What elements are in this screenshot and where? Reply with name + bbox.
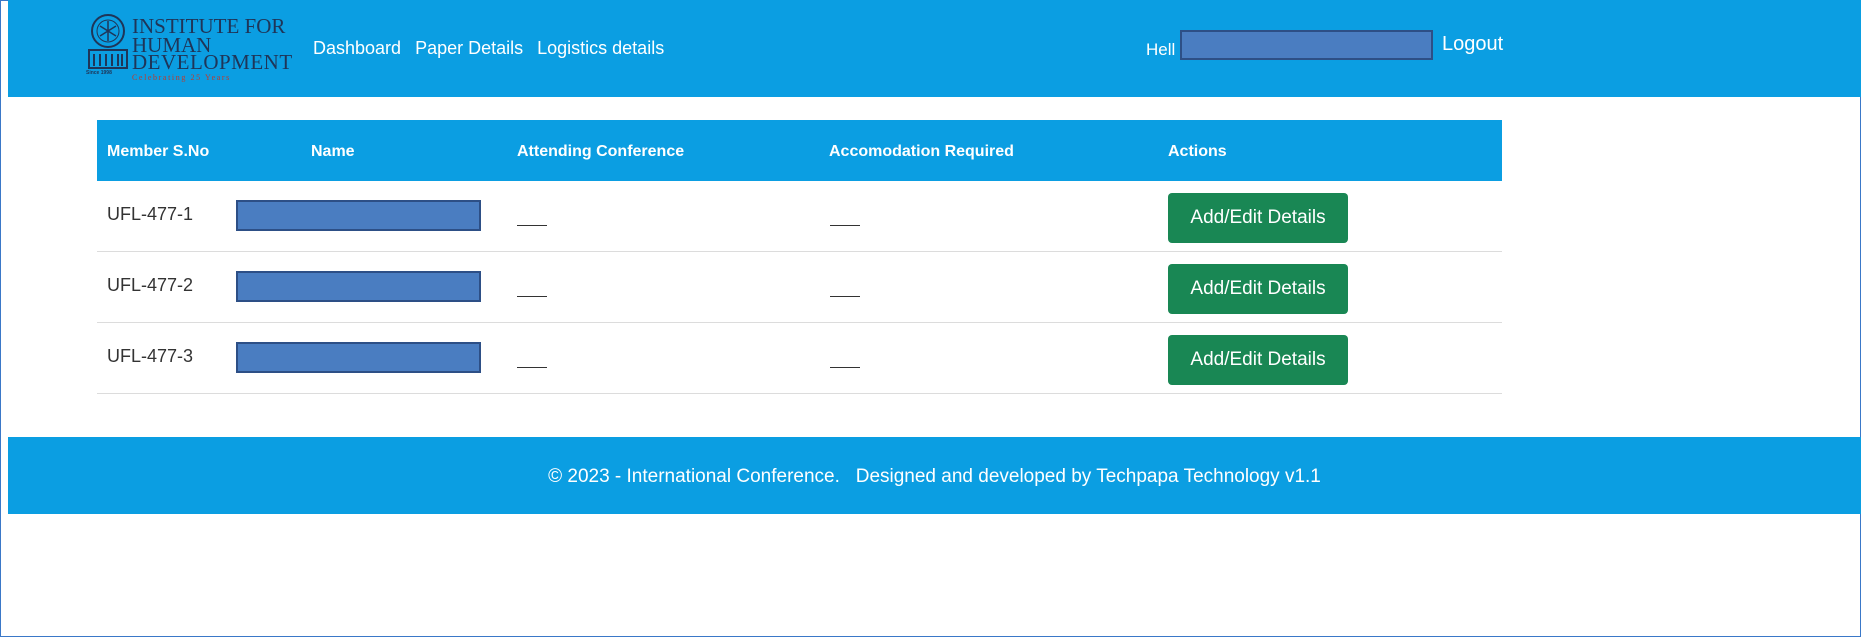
redacted-username xyxy=(1180,30,1433,60)
nav-logistics-details[interactable]: Logistics details xyxy=(537,38,664,59)
redacted-name xyxy=(236,342,481,373)
institute-seal-icon xyxy=(88,14,128,69)
add-edit-details-button[interactable]: Add/Edit Details xyxy=(1168,264,1348,314)
redacted-name xyxy=(236,200,481,231)
logout-link[interactable]: Logout xyxy=(1442,33,1503,56)
table-row: UFL-477-2 Add/Edit Details xyxy=(97,252,1502,323)
logo-since: Since 1998 xyxy=(86,70,112,76)
top-navbar: INSTITUTE FOR HUMAN DEVELOPMENT Since 19… xyxy=(8,0,1861,97)
accomodation-empty-dash xyxy=(830,367,860,368)
user-greeting: Hell xyxy=(1146,40,1176,59)
table-header: Member S.No Name Attending Conference Ac… xyxy=(97,120,1502,181)
attending-empty-dash xyxy=(517,367,547,368)
col-attending-conference: Attending Conference xyxy=(517,143,685,160)
member-sno: UFL-477-2 xyxy=(107,275,194,295)
col-name: Name xyxy=(311,143,355,160)
page-footer: © 2023 - International Conference. Desig… xyxy=(8,437,1861,514)
accomodation-empty-dash xyxy=(830,225,860,226)
accomodation-empty-dash xyxy=(830,296,860,297)
attending-empty-dash xyxy=(517,225,547,226)
nav-dashboard[interactable]: Dashboard xyxy=(313,38,401,59)
institute-logo[interactable]: INSTITUTE FOR HUMAN DEVELOPMENT Since 19… xyxy=(86,14,296,86)
member-sno: UFL-477-3 xyxy=(107,346,194,366)
main-nav: Dashboard Paper Details Logistics detail… xyxy=(313,38,664,59)
col-accomodation-required: Accomodation Required xyxy=(829,143,1014,160)
col-member-sno: Member S.No xyxy=(107,143,210,160)
attending-empty-dash xyxy=(517,296,547,297)
add-edit-details-button[interactable]: Add/Edit Details xyxy=(1168,193,1348,243)
table-row: UFL-477-1 Add/Edit Details xyxy=(97,181,1502,252)
nav-paper-details[interactable]: Paper Details xyxy=(415,38,523,59)
redacted-name xyxy=(236,271,481,302)
add-edit-details-button[interactable]: Add/Edit Details xyxy=(1168,335,1348,385)
footer-copyright: © 2023 - International Conference. Desig… xyxy=(548,466,1321,487)
col-actions: Actions xyxy=(1168,143,1227,160)
members-table: Member S.No Name Attending Conference Ac… xyxy=(97,120,1502,394)
member-sno: UFL-477-1 xyxy=(107,204,194,224)
table-row: UFL-477-3 Add/Edit Details xyxy=(97,323,1502,394)
logo-line-3: DEVELOPMENT xyxy=(132,50,293,74)
logo-tagline: Celebrating 25 Years xyxy=(132,73,231,82)
